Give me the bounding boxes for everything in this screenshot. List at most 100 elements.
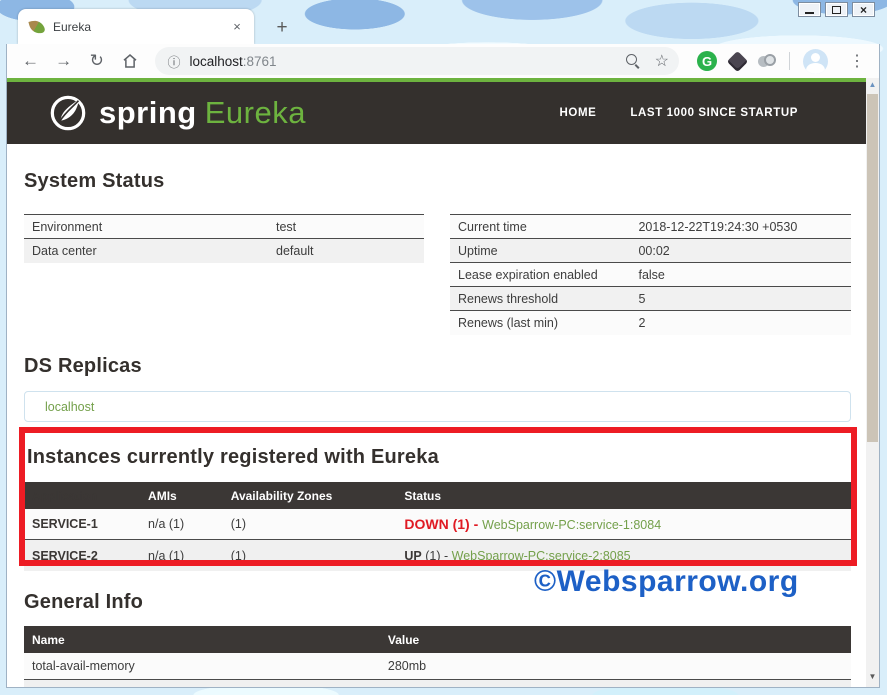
general-info-header: Name Value [24,626,851,653]
row-key: Uptime [450,244,638,258]
instances-title: Instances currently registered with Eure… [27,446,851,469]
tab-title: Eureka [53,20,228,34]
system-status-title: System Status [24,170,851,193]
url-port: :8761 [243,54,277,69]
nav-link-last-1000[interactable]: LAST 1000 SINCE STARTUP [630,107,798,119]
table-row: Data center default [24,239,424,263]
restore-button[interactable] [825,2,848,17]
table-row: total-avail-memory 280mb [24,653,851,680]
browser-menu-icon[interactable]: ⋮ [845,51,869,71]
environment-table: Environment test Data center default [24,214,424,263]
row-value: 2018-12-22T19:24:30 +0530 [638,220,851,234]
eureka-navbar: springEureka HOME LAST 1000 SINCE STARTU… [7,82,866,144]
watermark-text: ©Websparrow.org [534,565,799,599]
table-row: Lease expiration enabled false [450,263,851,287]
page-zoom-icon[interactable] [625,53,641,69]
row-key: Data center [24,244,276,258]
page-viewport: springEureka HOME LAST 1000 SINCE STARTU… [7,78,879,687]
cell-application: SERVICE-2 [24,549,148,563]
instances-table-header: Application AMIs Availability Zones Stat… [24,482,851,509]
row-value: test [276,220,424,234]
row-key: Renews threshold [450,292,638,306]
cell-status: DOWN (1) - WebSparrow-PC:service-1:8084 [404,516,851,532]
cell-zones: (1) [231,549,405,563]
runtime-table: Current time 2018-12-22T19:24:30 +0530 U… [450,214,851,335]
table-row: Renews (last min) 2 [450,311,851,335]
minimize-icon [805,12,814,14]
page-content: System Status Environment test Data cent… [7,170,866,687]
cell-status: UP (1) - WebSparrow-PC:service-2:8085 [404,549,851,563]
close-icon: × [860,4,867,16]
general-info-table: Name Value total-avail-memory 280mb envi… [24,626,851,687]
col-amis: AMIs [148,489,231,503]
scroll-down-icon[interactable]: ▼ [866,672,879,681]
cell-name: environment [24,687,388,688]
row-key: Renews (last min) [450,316,638,330]
brand-spring: spring [99,95,197,130]
row-value: 00:02 [638,244,851,258]
tab-strip: Eureka × + [6,0,880,44]
minimize-button[interactable] [798,2,821,17]
grammarly-extension-icon[interactable]: G [697,51,717,71]
forward-button[interactable]: → [50,47,77,75]
eureka-page: springEureka HOME LAST 1000 SINCE STARTU… [7,78,866,687]
address-bar[interactable]: ⓘ localhost:8761 ☆ [155,47,679,75]
spring-leaf-favicon [28,18,45,35]
col-availability-zones: Availability Zones [231,489,405,503]
toolbar-separator [789,52,790,70]
row-value: 2 [638,316,851,330]
browser-toolbar: ← → ↻ ⓘ localhost:8761 ☆ G ⋮ [7,44,879,78]
new-tab-button[interactable]: + [268,16,296,40]
nav-link-home[interactable]: HOME [560,107,597,119]
scrollbar-thumb[interactable] [867,94,878,442]
col-name: Name [24,633,388,647]
row-key: Lease expiration enabled [450,268,638,282]
page-scrollbar[interactable]: ▲ ▼ [866,78,879,687]
row-value: default [276,244,424,258]
back-button[interactable]: ← [17,47,44,75]
table-row: Renews threshold 5 [450,287,851,311]
system-status-tables: Environment test Data center default Cur… [24,214,851,335]
url-host: localhost [189,54,242,69]
status-down-label: DOWN (1) - [404,516,482,532]
table-row: Uptime 00:02 [450,239,851,263]
spring-logo-icon [49,94,87,132]
col-status: Status [404,489,851,503]
bookmark-star-icon[interactable]: ☆ [655,51,669,71]
close-window-button[interactable]: × [852,2,875,17]
window-controls: × [798,2,875,17]
cell-amis: n/a (1) [148,549,231,563]
row-key: Environment [24,220,276,234]
extension-icon[interactable] [758,54,776,68]
scroll-up-icon[interactable]: ▲ [866,80,879,89]
row-key: Current time [450,220,638,234]
cell-application: SERVICE-1 [24,517,148,531]
table-row: SERVICE-1 n/a (1) (1) DOWN (1) - WebSpar… [24,509,851,540]
table-row: Environment test [24,215,424,239]
instance-link[interactable]: WebSparrow-PC:service-1:8084 [482,518,661,532]
col-value: Value [388,633,851,647]
desktop-wallpaper: × Eureka × + ← → ↻ ⓘ localhost:8761 ☆ G [0,0,887,695]
profile-avatar[interactable] [803,49,828,74]
brand[interactable]: springEureka [49,94,306,132]
ds-replicas-box: localhost [24,391,851,422]
instance-link[interactable]: WebSparrow-PC:service-2:8085 [452,549,631,563]
status-rest: (1) - [422,549,452,563]
tab-close-icon[interactable]: × [228,18,246,36]
home-icon [121,52,139,70]
home-button[interactable] [116,47,143,75]
cube-extension-icon[interactable] [727,50,748,71]
col-application: Application [24,489,148,503]
instances-table: Application AMIs Availability Zones Stat… [24,482,851,571]
restore-icon [832,6,841,14]
browser-tab-eureka[interactable]: Eureka × [18,9,254,44]
page-info-icon[interactable]: ⓘ [167,52,180,71]
reload-button[interactable]: ↻ [83,47,110,75]
replica-link-localhost[interactable]: localhost [45,400,94,414]
nav-links: HOME LAST 1000 SINCE STARTUP [560,107,867,119]
table-row: Current time 2018-12-22T19:24:30 +0530 [450,215,851,239]
status-up-label: UP [404,549,421,563]
row-value: 5 [638,292,851,306]
url-text[interactable]: localhost:8761 [189,54,624,69]
cell-amis: n/a (1) [148,517,231,531]
